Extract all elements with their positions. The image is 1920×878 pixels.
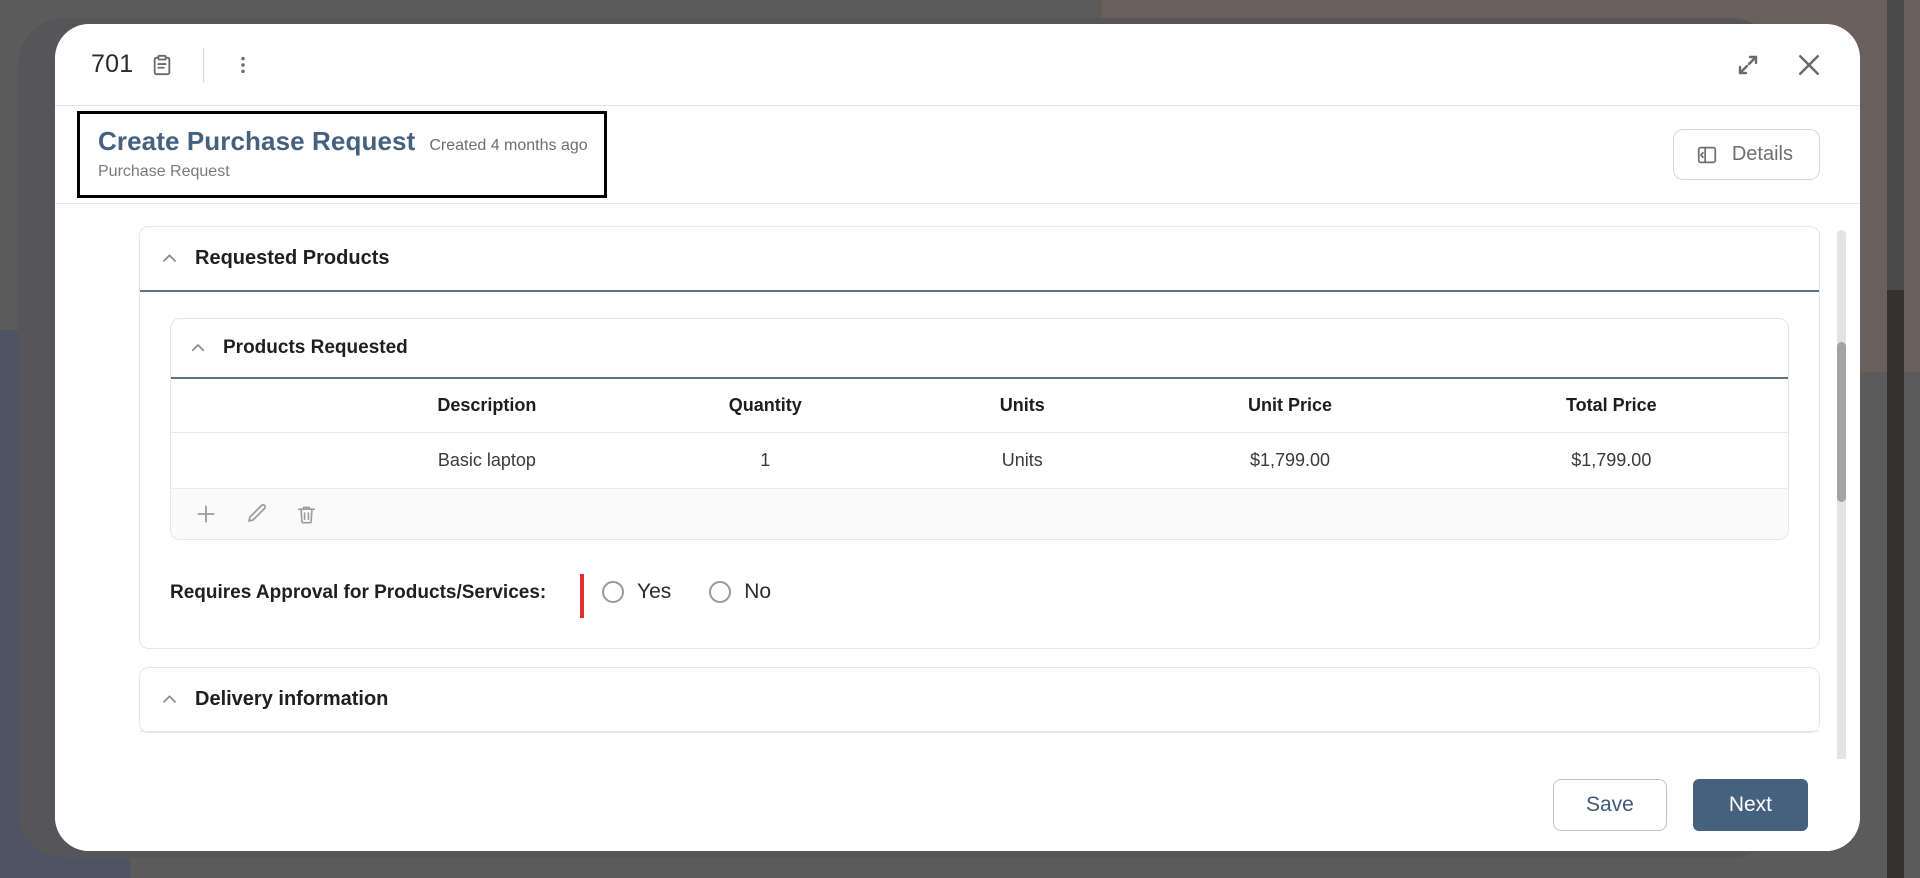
close-icon[interactable] bbox=[1794, 50, 1824, 80]
radio-circle-yes[interactable] bbox=[602, 581, 624, 603]
page-title-focus-box[interactable]: Create Purchase Request Created 4 months… bbox=[77, 111, 607, 198]
column-header-total-price: Total Price bbox=[1434, 379, 1788, 433]
modal-footer: Save Next bbox=[55, 759, 1860, 851]
column-header-unit-price: Unit Price bbox=[1145, 379, 1435, 433]
radio-group-requires-approval: Yes No bbox=[602, 574, 771, 604]
section-delivery-information-header[interactable]: Delivery information bbox=[140, 668, 1819, 732]
column-header-description: Description bbox=[342, 379, 632, 433]
subsection-products-requested: Products Requested Description Quantity … bbox=[170, 318, 1789, 540]
details-button[interactable]: Details bbox=[1672, 129, 1820, 180]
products-table: Description Quantity Units Unit Price To… bbox=[171, 379, 1788, 489]
topbar-divider bbox=[203, 47, 205, 82]
section-requested-products-header[interactable]: Requested Products bbox=[140, 227, 1819, 292]
radio-option-yes[interactable]: Yes bbox=[602, 580, 671, 604]
pencil-icon[interactable] bbox=[245, 502, 269, 526]
expand-icon[interactable] bbox=[1736, 53, 1760, 77]
modal-topbar: 701 bbox=[55, 24, 1860, 106]
page-subtitle: Purchase Request bbox=[98, 163, 230, 180]
subsection-title: Products Requested bbox=[223, 337, 408, 358]
clipboard-icon[interactable] bbox=[151, 54, 173, 76]
topbar-actions bbox=[1736, 50, 1824, 80]
details-button-label: Details bbox=[1731, 143, 1793, 165]
cell-quantity: 1 bbox=[631, 432, 900, 489]
cell-unit-price: $1,799.00 bbox=[1145, 432, 1435, 489]
radio-circle-no[interactable] bbox=[709, 581, 732, 603]
cell-description: Basic laptop bbox=[342, 432, 632, 489]
field-label-line2: s: bbox=[529, 582, 547, 603]
chevron-up-icon[interactable] bbox=[160, 690, 179, 709]
record-modal: 701 Create Purchase Request Created 4 mo… bbox=[55, 24, 1860, 851]
column-header-units: Units bbox=[899, 379, 1146, 433]
created-timestamp: Created 4 months ago bbox=[429, 137, 588, 154]
chevron-up-icon[interactable] bbox=[160, 249, 179, 268]
cell-select bbox=[171, 432, 343, 489]
section-title: Delivery information bbox=[195, 688, 389, 710]
modal-scrollbar-thumb[interactable] bbox=[1837, 342, 1846, 502]
column-header-quantity: Quantity bbox=[631, 379, 900, 433]
panel-left-icon bbox=[1696, 144, 1718, 166]
radio-option-no[interactable]: No bbox=[709, 580, 771, 604]
section-requested-products-body: Products Requested Description Quantity … bbox=[140, 292, 1819, 648]
cell-total-price: $1,799.00 bbox=[1434, 432, 1788, 489]
subsection-products-requested-header[interactable]: Products Requested bbox=[171, 319, 1788, 379]
next-button[interactable]: Next bbox=[1692, 779, 1808, 831]
modal-header: Create Purchase Request Created 4 months… bbox=[55, 106, 1860, 204]
radio-label-yes: Yes bbox=[637, 580, 672, 603]
section-title: Requested Products bbox=[195, 247, 390, 269]
column-header-select bbox=[171, 379, 343, 433]
plus-icon[interactable] bbox=[193, 501, 219, 527]
chevron-up-icon[interactable] bbox=[189, 339, 207, 357]
table-header-row: Description Quantity Units Unit Price To… bbox=[171, 379, 1788, 433]
page-scrollbar[interactable] bbox=[1887, 0, 1904, 878]
products-table-body: Basic laptop 1 Units $1,799.00 $1,799.00 bbox=[171, 432, 1788, 489]
page-scrollbar-thumb[interactable] bbox=[1887, 290, 1904, 878]
kebab-menu-icon[interactable] bbox=[232, 54, 254, 76]
save-button[interactable]: Save bbox=[1552, 779, 1667, 831]
modal-body: Requested Products Products Requested De… bbox=[55, 204, 1860, 759]
page-title: Create Purchase Request bbox=[98, 126, 416, 156]
section-requested-products: Requested Products Products Requested De… bbox=[139, 226, 1820, 649]
table-row[interactable]: Basic laptop 1 Units $1,799.00 $1,799.00 bbox=[171, 432, 1788, 489]
field-requires-approval: Requires Approval for Products/Services:… bbox=[170, 574, 1789, 618]
radio-label-no: No bbox=[744, 580, 772, 603]
section-delivery-information: Delivery information bbox=[139, 667, 1820, 733]
field-label-line1: Requires Approval for Products/Service bbox=[170, 582, 530, 603]
cell-units: Units bbox=[899, 432, 1146, 489]
modal-scrollbar[interactable] bbox=[1837, 230, 1846, 759]
title-line: Create Purchase Request Created 4 months… bbox=[98, 126, 588, 157]
field-label: Requires Approval for Products/Services: bbox=[170, 574, 570, 606]
record-id: 701 bbox=[91, 50, 134, 78]
trash-icon[interactable] bbox=[295, 503, 318, 526]
products-table-head: Description Quantity Units Unit Price To… bbox=[171, 379, 1788, 433]
products-table-toolbar bbox=[171, 489, 1788, 539]
required-indicator bbox=[580, 574, 584, 618]
